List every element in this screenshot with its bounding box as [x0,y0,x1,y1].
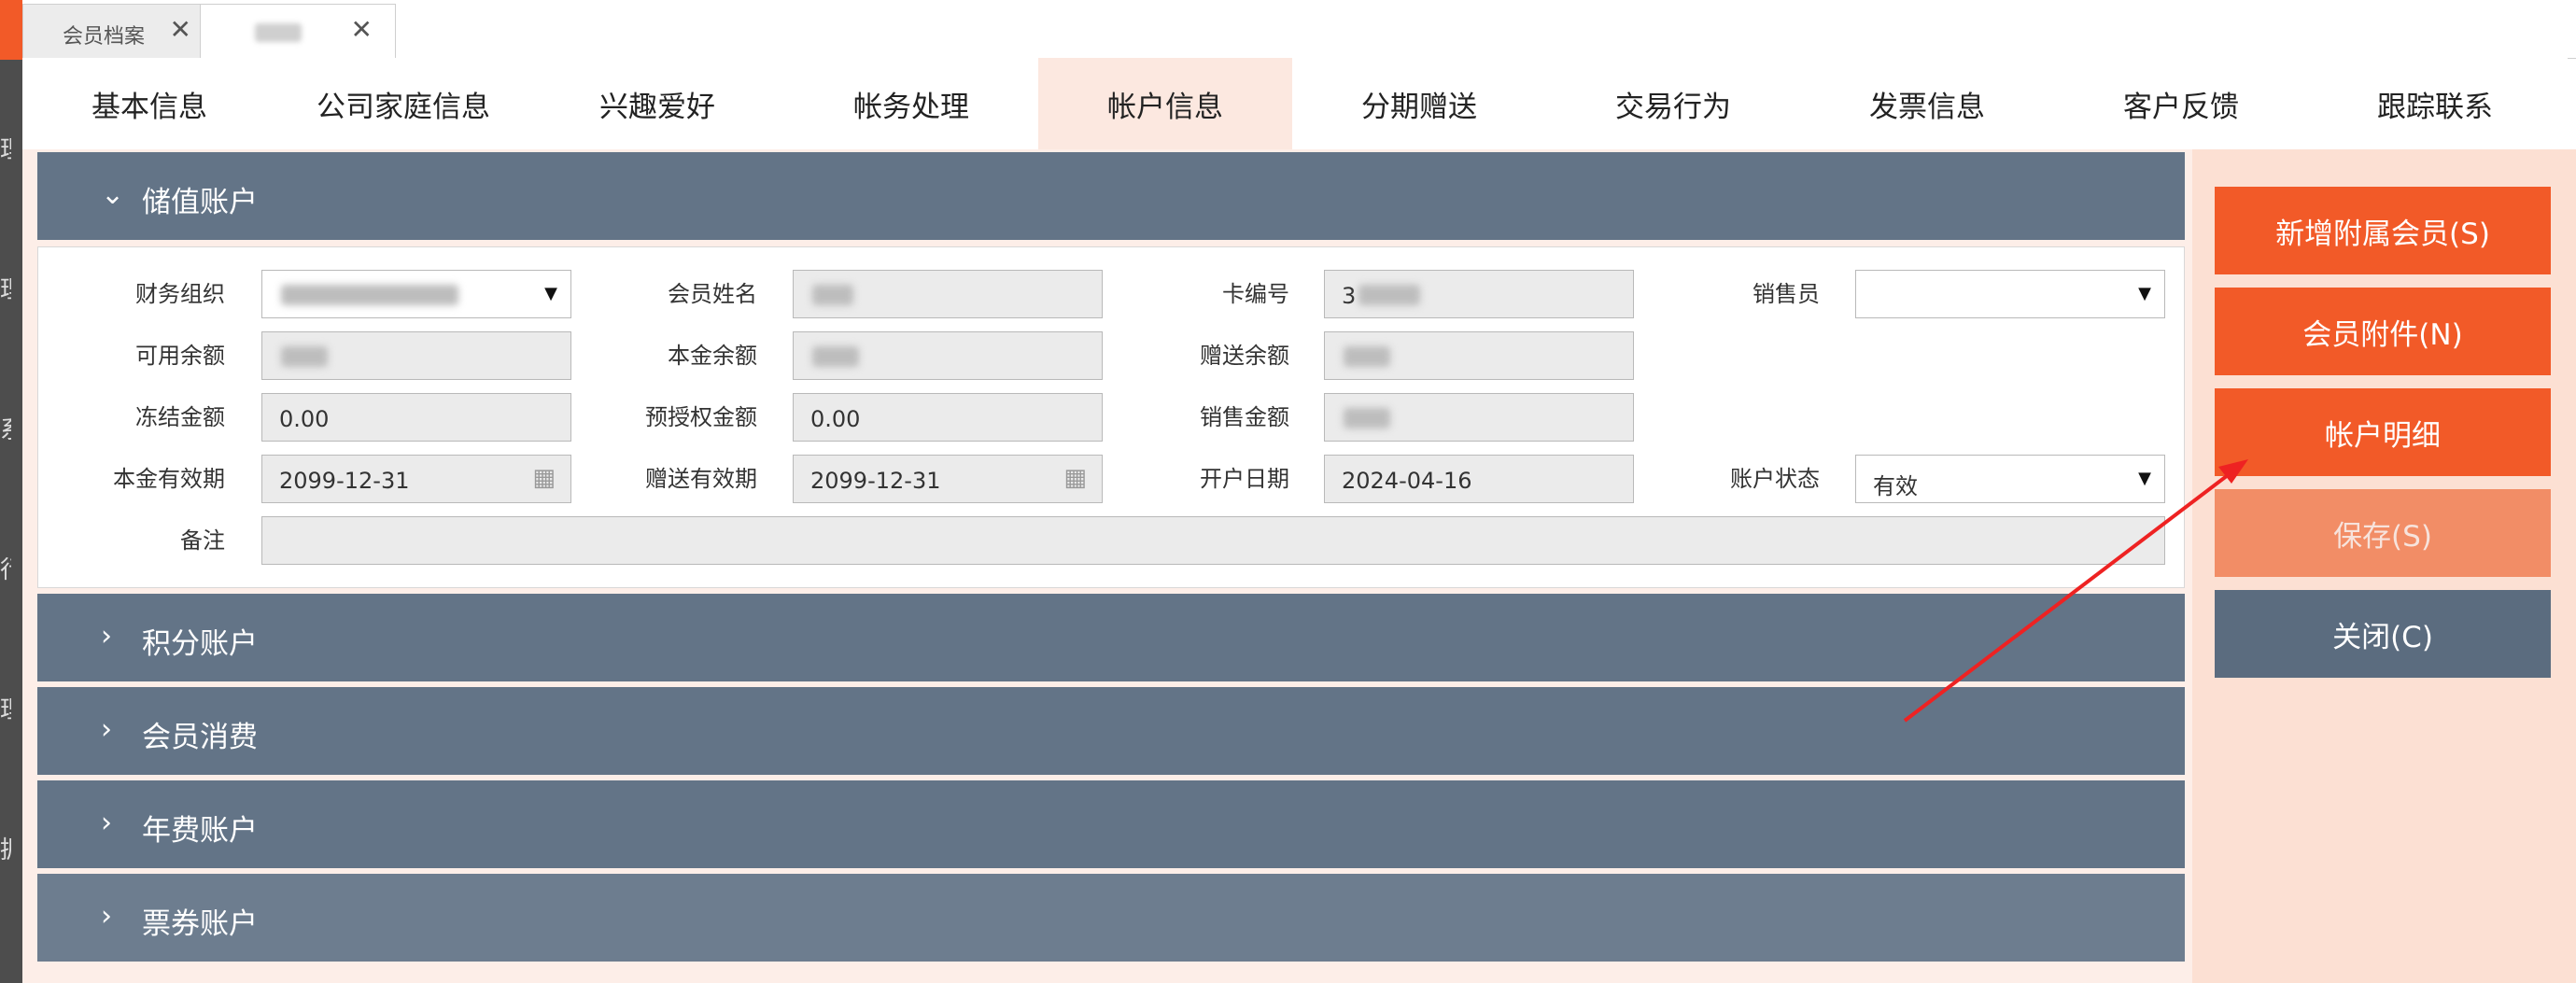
principal-expiry-label: 本金有效期 [113,466,225,492]
account-status-label: 账户状态 [1730,466,1820,492]
bonus-balance-field[interactable] [1324,331,1634,380]
card-no-field[interactable]: 3 [1324,270,1634,318]
redacted-value [281,285,458,305]
app-sidebar: 理 理 系 行 理 据 [0,0,22,983]
frozen-amount-value: 0.00 [279,406,330,432]
tab-basic-info[interactable]: 基本信息 [22,58,276,149]
dropdown-arrow-icon: ▼ [2138,284,2151,303]
sidebar-accent [0,0,22,60]
chevron-right-icon: › [101,900,112,933]
panel-title: 会员消费 [142,721,258,754]
bonus-balance-label: 赠送余额 [1200,343,1289,369]
finance-org-label: 财务组织 [135,281,225,307]
preauth-amount-label: 预授权金额 [645,404,757,430]
open-date-value: 2024-04-16 [1342,468,1472,494]
available-balance-label: 可用余额 [135,343,225,369]
stored-value-form: 财务组织 ▼ 会员姓名 卡编号 3 销售员 ▼ 可用余额 本金余额 赠送余额 冻… [37,246,2185,588]
account-status-select[interactable]: 有效 ▼ [1855,455,2165,503]
redacted-value [812,285,853,305]
sidebar-item[interactable]: 系 [0,411,11,445]
panel-voucher-header[interactable]: › 票券账户 [37,874,2185,962]
action-panel: 新增附属会员(S) 会员附件(N) 帐户明细 保存(S) 关闭(C) [2192,149,2576,983]
tab-feedback[interactable]: 客户反馈 [2054,58,2308,149]
panel-annual-fee-header[interactable]: › 年费账户 [37,780,2185,868]
principal-expiry-value: 2099-12-31 [279,468,410,494]
panel-stored-value-header[interactable]: ⌄ 储值账户 [37,152,2185,240]
close-icon[interactable]: ✕ [351,16,373,44]
redacted-value [1358,285,1420,305]
panel-consumption-header[interactable]: › 会员消费 [37,687,2185,775]
section-tabs: 基本信息 公司家庭信息 兴趣爱好 帐务处理 帐户信息 分期赠送 交易行为 发票信… [22,58,2568,150]
card-no-value: 3 [1342,283,1357,309]
chevron-right-icon: › [101,620,112,653]
salesperson-label: 销售员 [1753,281,1820,307]
sidebar-item[interactable]: 理 [0,131,11,165]
open-date-label: 开户日期 [1200,466,1289,492]
member-name-label: 会员姓名 [668,281,757,307]
calendar-icon[interactable]: ▦ [532,464,556,492]
calendar-icon[interactable]: ▦ [1063,464,1087,492]
sidebar-item[interactable]: 行 [0,551,11,585]
document-tabstrip [22,0,2576,59]
preauth-amount-field[interactable]: 0.00 [793,393,1103,442]
tab-interests[interactable]: 兴趣爱好 [530,58,784,149]
tab-installment-gift[interactable]: 分期赠送 [1292,58,1546,149]
sidebar-item[interactable]: 据 [0,831,11,865]
redacted-value [812,346,859,367]
add-sub-member-button[interactable]: 新增附属会员(S) [2215,187,2551,274]
tab-account-info[interactable]: 帐户信息 [1038,58,1292,149]
open-date-field[interactable]: 2024-04-16 [1324,455,1634,503]
remark-field[interactable] [261,516,2165,565]
redacted-value [1344,408,1390,428]
redacted-value [1344,346,1390,367]
sidebar-item[interactable]: 理 [0,271,11,305]
redacted-value [281,346,328,367]
panel-points-header[interactable]: › 积分账户 [37,594,2185,681]
card-no-label: 卡编号 [1222,281,1289,307]
tab-accounting[interactable]: 帐务处理 [784,58,1038,149]
principal-balance-field[interactable] [793,331,1103,380]
chevron-right-icon: › [101,807,112,839]
frozen-amount-field[interactable]: 0.00 [261,393,571,442]
member-attachments-button[interactable]: 会员附件(N) [2215,288,2551,375]
panel-title: 票券账户 [142,907,258,941]
remark-label: 备注 [180,527,225,554]
member-name-field[interactable] [793,270,1103,318]
panel-title: 年费账户 [142,814,258,848]
sales-amount-field[interactable] [1324,393,1634,442]
chevron-right-icon: › [101,713,112,746]
tab-transactions[interactable]: 交易行为 [1546,58,1800,149]
tab-invoice[interactable]: 发票信息 [1800,58,2054,149]
available-balance-field[interactable] [261,331,571,380]
redacted-tab-title [255,23,302,42]
save-button[interactable]: 保存(S) [2215,489,2551,577]
sidebar-item[interactable]: 理 [0,691,11,725]
doc-tab-label: 会员档案 [63,25,146,49]
panel-title: 储值账户 [142,186,258,219]
bonus-expiry-value: 2099-12-31 [810,468,941,494]
bonus-expiry-field[interactable]: 2099-12-31 ▦ [793,455,1103,503]
doc-tab-member-archive[interactable]: 会员档案 ✕ [22,4,215,58]
preauth-amount-value: 0.00 [810,406,861,432]
finance-org-select[interactable]: ▼ [261,270,571,318]
frozen-amount-label: 冻结金额 [135,404,225,430]
sales-amount-label: 销售金额 [1200,404,1289,430]
bonus-expiry-label: 赠送有效期 [645,466,757,492]
account-status-value: 有效 [1873,473,1918,499]
salesperson-select[interactable]: ▼ [1855,270,2165,318]
dropdown-arrow-icon: ▼ [2138,469,2151,488]
doc-tab-current[interactable]: ✕ [200,4,396,59]
chevron-down-icon: ⌄ [101,178,125,211]
principal-balance-label: 本金余额 [668,343,757,369]
dropdown-arrow-icon: ▼ [544,284,557,303]
panel-title: 积分账户 [142,627,258,661]
close-button[interactable]: 关闭(C) [2215,590,2551,678]
account-detail-button[interactable]: 帐户明细 [2215,388,2551,476]
tab-company-family[interactable]: 公司家庭信息 [276,58,530,149]
close-icon[interactable]: ✕ [170,16,191,44]
tab-follow-up[interactable]: 跟踪联系 [2308,58,2562,149]
principal-expiry-field[interactable]: 2099-12-31 ▦ [261,455,571,503]
